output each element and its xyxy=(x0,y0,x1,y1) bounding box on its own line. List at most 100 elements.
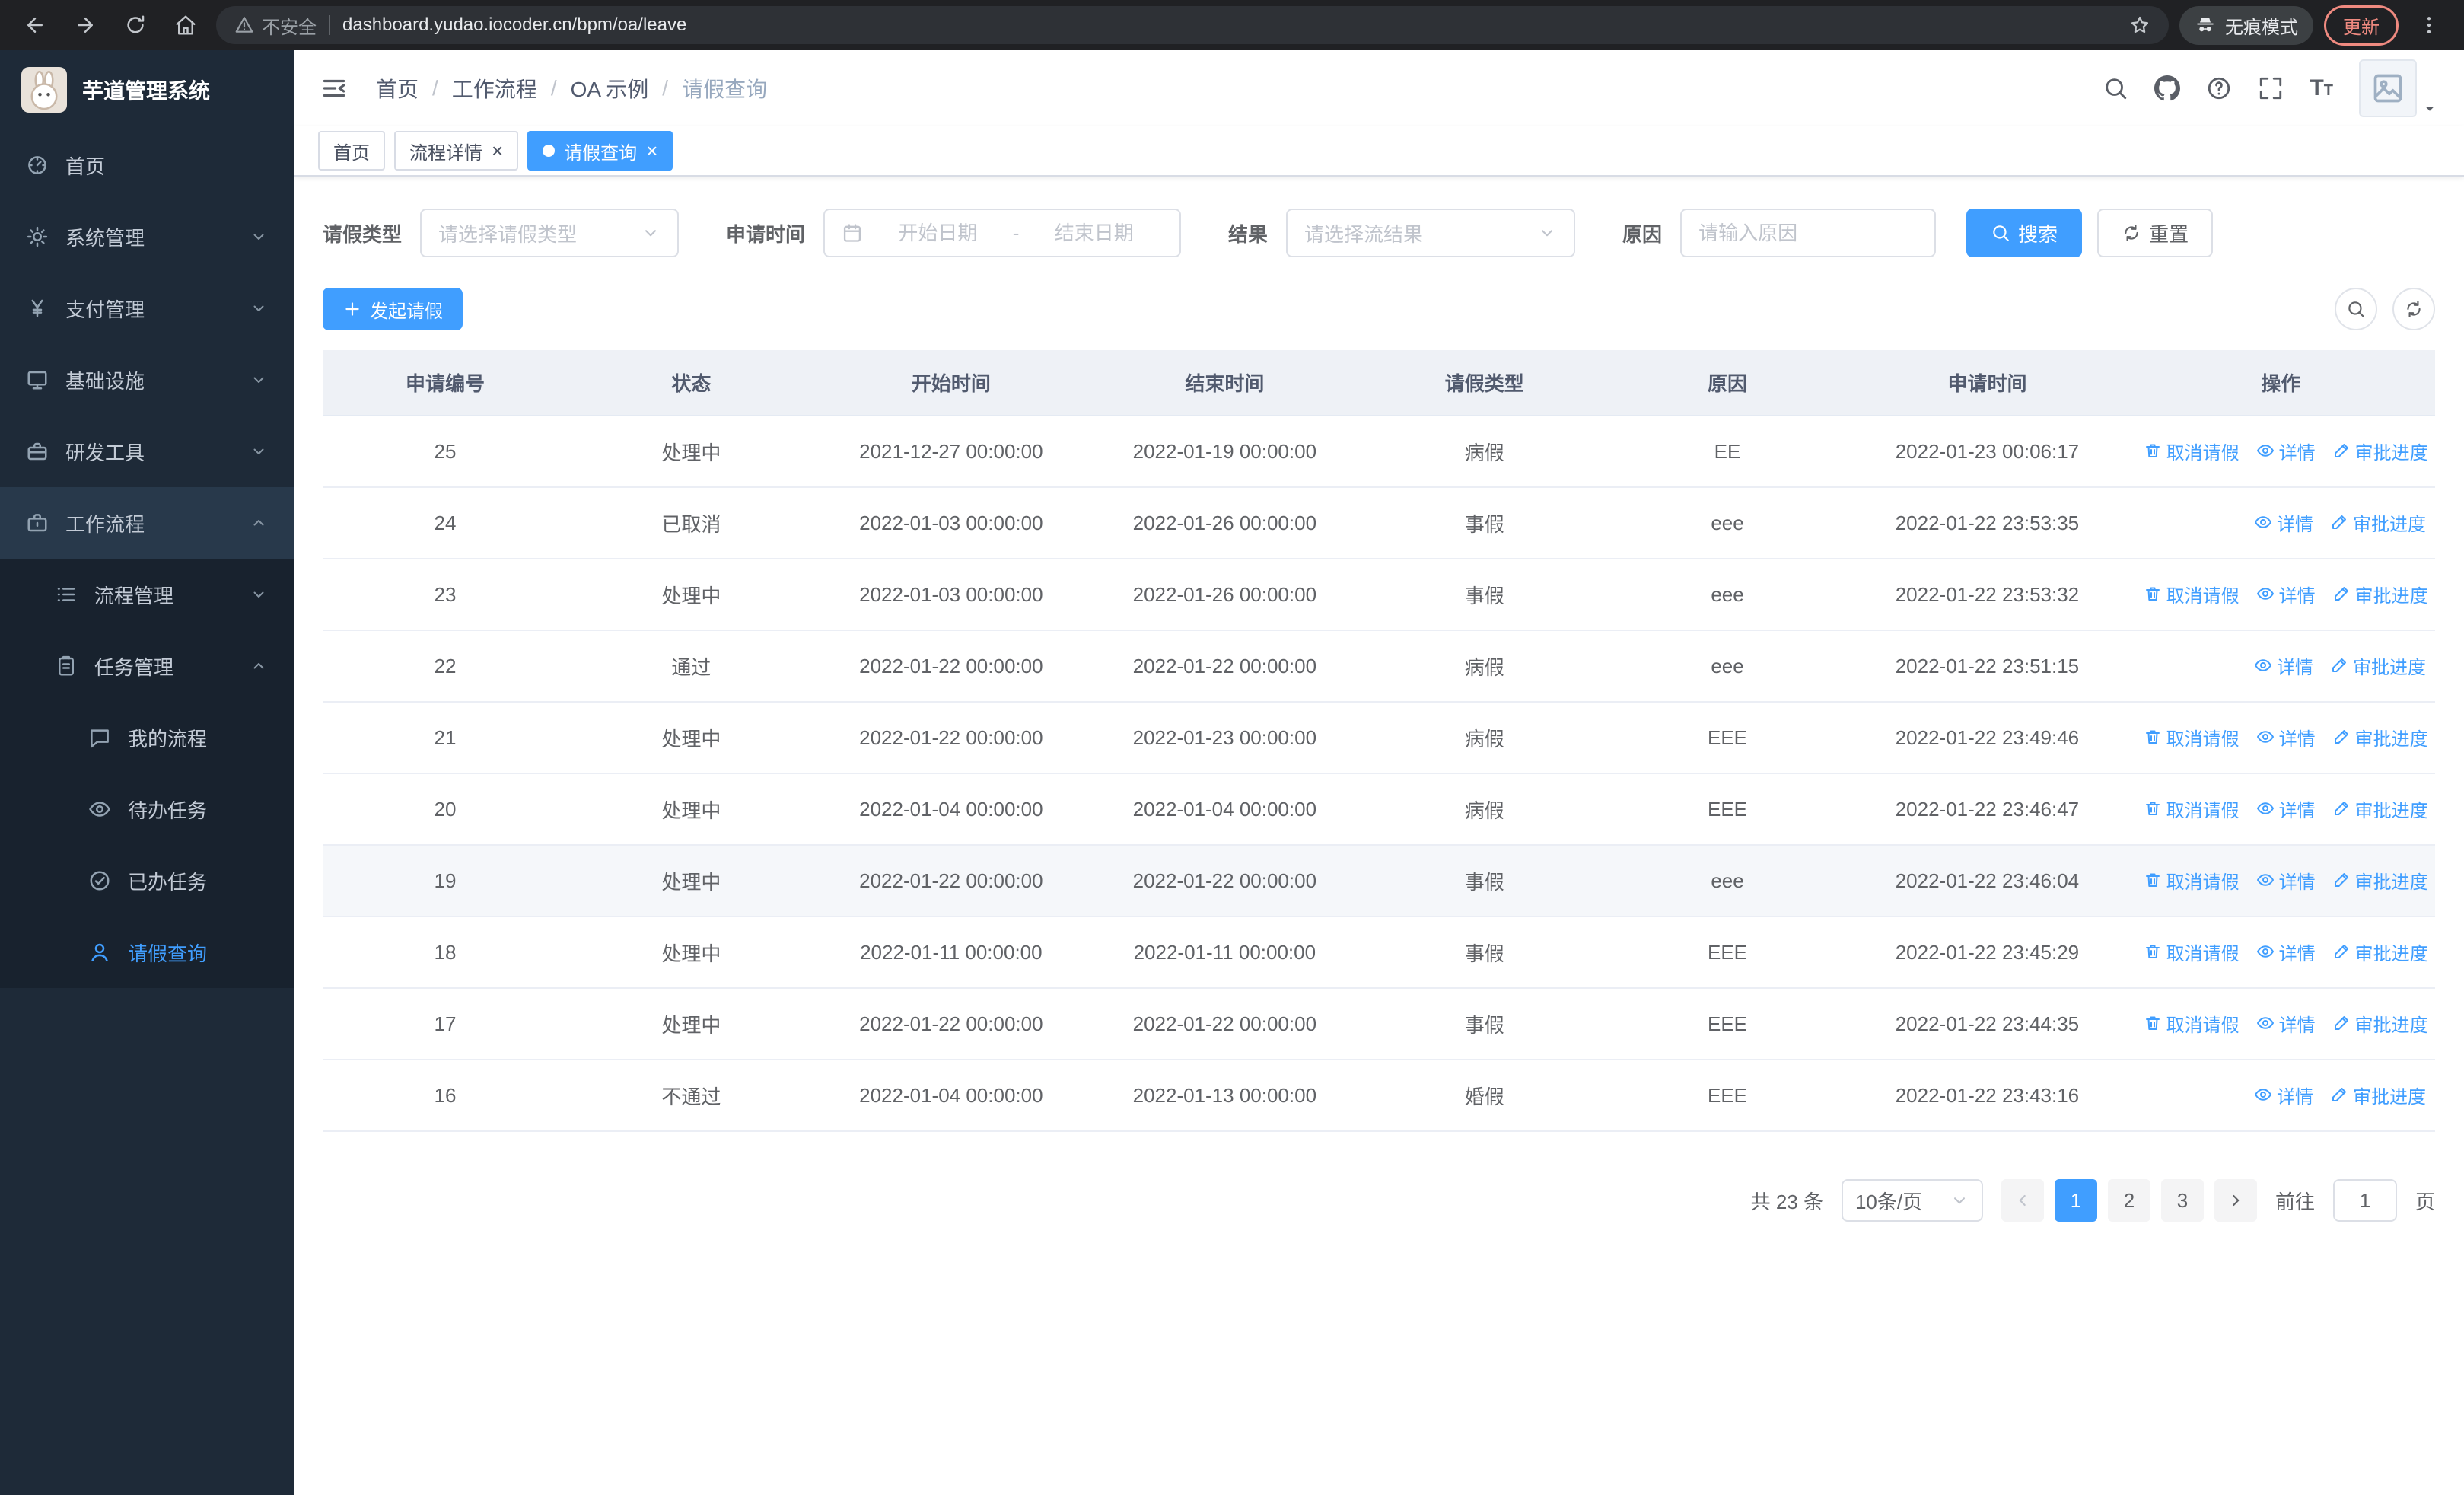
cancel-action-link[interactable]: 取消请假 xyxy=(2144,438,2240,464)
font-size-icon[interactable]: TT xyxy=(2310,75,2333,101)
cell-status: 已取消 xyxy=(568,487,815,559)
address-bar[interactable]: 不安全 dashboard.yudao.iocoder.cn/bpm/oa/le… xyxy=(216,6,2169,44)
forward-icon[interactable] xyxy=(65,5,105,45)
page-size-select[interactable]: 10条/页 xyxy=(1841,1179,1983,1222)
detail-action-link[interactable]: 详情 xyxy=(2256,1010,2316,1037)
table-row[interactable]: 19 处理中 2022-01-22 00:00:00 2022-01-22 00:00… xyxy=(323,845,2435,917)
security-indicator[interactable]: 不安全 xyxy=(234,12,317,39)
app-logo-row[interactable]: 芋道管理系统 xyxy=(0,50,294,129)
cancel-action-link[interactable]: 取消请假 xyxy=(2144,1010,2240,1037)
apply-time-range-picker[interactable]: - xyxy=(823,209,1182,257)
goto-page-input[interactable] xyxy=(2332,1179,2397,1222)
leave-type-select[interactable]: 请选择请假类型 xyxy=(420,209,680,257)
progress-action-link[interactable]: 审批进度 xyxy=(2332,581,2428,607)
cancel-action-link[interactable]: 取消请假 xyxy=(2144,795,2240,822)
reason-input[interactable] xyxy=(1680,209,1937,257)
table-row[interactable]: 18 处理中 2022-01-11 00:00:00 2022-01-11 00:00… xyxy=(323,916,2435,989)
calendar-icon xyxy=(842,222,863,244)
fullscreen-icon[interactable] xyxy=(2258,75,2284,101)
detail-action-link[interactable]: 详情 xyxy=(2256,939,2316,965)
table-row[interactable]: 25 处理中 2021-12-27 00:00:00 2022-01-19 00:00… xyxy=(323,416,2435,488)
create-leave-button[interactable]: 发起请假 xyxy=(323,288,463,330)
breadcrumb-item[interactable]: OA 示例 xyxy=(571,73,649,104)
table-row[interactable]: 17 处理中 2022-01-22 00:00:00 2022-01-22 00:00… xyxy=(323,988,2435,1060)
bookmark-star-icon[interactable] xyxy=(2129,14,2150,36)
prev-page-button[interactable] xyxy=(2001,1179,2044,1222)
action-label: 取消请假 xyxy=(2166,442,2240,464)
sidebar-item-my-process[interactable]: 我的流程 xyxy=(0,702,294,773)
sidebar-item-home[interactable]: 首页 xyxy=(0,129,294,201)
cancel-action-link[interactable]: 取消请假 xyxy=(2144,939,2240,965)
end-date-input[interactable] xyxy=(1025,221,1164,245)
table-row[interactable]: 21 处理中 2022-01-22 00:00:00 2022-01-23 00:00… xyxy=(323,702,2435,774)
search-icon[interactable] xyxy=(2103,75,2128,101)
table-row[interactable]: 24 已取消 2022-01-03 00:00:00 2022-01-26 00:00… xyxy=(323,487,2435,559)
tab-首页[interactable]: 首页 xyxy=(318,131,385,171)
detail-action-link[interactable]: 详情 xyxy=(2254,652,2313,679)
close-tab-icon[interactable]: × xyxy=(646,141,657,161)
sidebar-item-devtools[interactable]: 研发工具 xyxy=(0,416,294,487)
breadcrumb-item[interactable]: 工作流程 xyxy=(452,73,537,104)
toggle-search-button[interactable] xyxy=(2335,288,2377,330)
github-icon[interactable] xyxy=(2154,75,2181,101)
search-button[interactable]: 搜索 xyxy=(1966,209,2083,257)
next-page-button[interactable] xyxy=(2214,1179,2257,1222)
sidebar-item-payment[interactable]: 支付管理 xyxy=(0,273,294,344)
detail-action-link[interactable]: 详情 xyxy=(2256,867,2316,894)
cancel-action-link[interactable]: 取消请假 xyxy=(2144,724,2240,751)
user-avatar[interactable] xyxy=(2359,59,2438,117)
detail-action-link[interactable]: 详情 xyxy=(2254,1082,2313,1108)
page-button[interactable]: 3 xyxy=(2160,1179,2204,1222)
sidebar-item-leave-query[interactable]: 请假查询 xyxy=(0,916,294,988)
help-icon[interactable] xyxy=(2206,75,2232,101)
progress-action-link[interactable]: 审批进度 xyxy=(2332,795,2428,822)
progress-action-link[interactable]: 审批进度 xyxy=(2332,939,2428,965)
detail-action-link[interactable]: 详情 xyxy=(2256,438,2316,464)
cancel-action-link[interactable]: 取消请假 xyxy=(2144,867,2240,894)
start-date-input[interactable] xyxy=(869,221,1007,245)
cell-reason: eee xyxy=(1606,487,1848,559)
progress-action-link[interactable]: 审批进度 xyxy=(2332,438,2428,464)
browser-menu-icon[interactable] xyxy=(2409,5,2449,45)
table-row[interactable]: 20 处理中 2022-01-04 00:00:00 2022-01-04 00:00… xyxy=(323,773,2435,846)
detail-action-link[interactable]: 详情 xyxy=(2254,509,2313,536)
sidebar-item-process-mgmt[interactable]: 流程管理 xyxy=(0,559,294,630)
progress-action-link[interactable]: 审批进度 xyxy=(2332,1010,2428,1037)
tab-请假查询[interactable]: 请假查询 × xyxy=(527,131,673,171)
breadcrumb-item[interactable]: 首页 xyxy=(376,73,419,104)
reload-icon[interactable] xyxy=(116,5,155,45)
progress-action-link[interactable]: 审批进度 xyxy=(2330,1082,2426,1108)
result-placeholder: 请选择流结果 xyxy=(1304,222,1424,246)
tab-流程详情[interactable]: 流程详情 × xyxy=(394,131,519,171)
total-count: 共 23 条 xyxy=(1750,1190,1823,1213)
back-icon[interactable] xyxy=(15,5,55,45)
sidebar-item-workflow[interactable]: 工作流程 xyxy=(0,487,294,559)
update-button[interactable]: 更新 xyxy=(2324,5,2399,46)
action-label: 审批进度 xyxy=(2354,943,2428,964)
table-row[interactable]: 23 处理中 2022-01-03 00:00:00 2022-01-26 00:00… xyxy=(323,559,2435,631)
progress-action-link[interactable]: 审批进度 xyxy=(2332,867,2428,894)
sidebar-item-infrastructure[interactable]: 基础设施 xyxy=(0,344,294,416)
detail-action-link[interactable]: 详情 xyxy=(2256,795,2316,822)
progress-action-link[interactable]: 审批进度 xyxy=(2332,724,2428,751)
detail-action-link[interactable]: 详情 xyxy=(2256,581,2316,607)
progress-action-link[interactable]: 审批进度 xyxy=(2330,509,2426,536)
detail-action-link[interactable]: 详情 xyxy=(2256,724,2316,751)
reset-button[interactable]: 重置 xyxy=(2097,209,2214,257)
sidebar-item-task-mgmt[interactable]: 任务管理 xyxy=(0,630,294,702)
browser-home-icon[interactable] xyxy=(166,5,205,45)
sidebar-item-todo-tasks[interactable]: 待办任务 xyxy=(0,773,294,845)
page-button[interactable]: 2 xyxy=(2107,1179,2150,1222)
refresh-table-button[interactable] xyxy=(2392,288,2435,330)
table-row[interactable]: 16 不通过 2022-01-04 00:00:00 2022-01-13 00:00… xyxy=(323,1060,2435,1132)
sidebar-item-label: 基础设施 xyxy=(65,369,145,393)
progress-action-link[interactable]: 审批进度 xyxy=(2330,652,2426,679)
sidebar-item-system[interactable]: 系统管理 xyxy=(0,201,294,273)
close-tab-icon[interactable]: × xyxy=(492,141,503,161)
page-button[interactable]: 1 xyxy=(2054,1179,2097,1222)
result-select[interactable]: 请选择流结果 xyxy=(1286,209,1576,257)
sidebar-item-done-tasks[interactable]: 已办任务 xyxy=(0,845,294,916)
cancel-action-link[interactable]: 取消请假 xyxy=(2144,581,2240,607)
table-row[interactable]: 22 通过 2022-01-22 00:00:00 2022-01-22 00:00:… xyxy=(323,630,2435,703)
collapse-sidebar-icon[interactable] xyxy=(320,74,349,103)
